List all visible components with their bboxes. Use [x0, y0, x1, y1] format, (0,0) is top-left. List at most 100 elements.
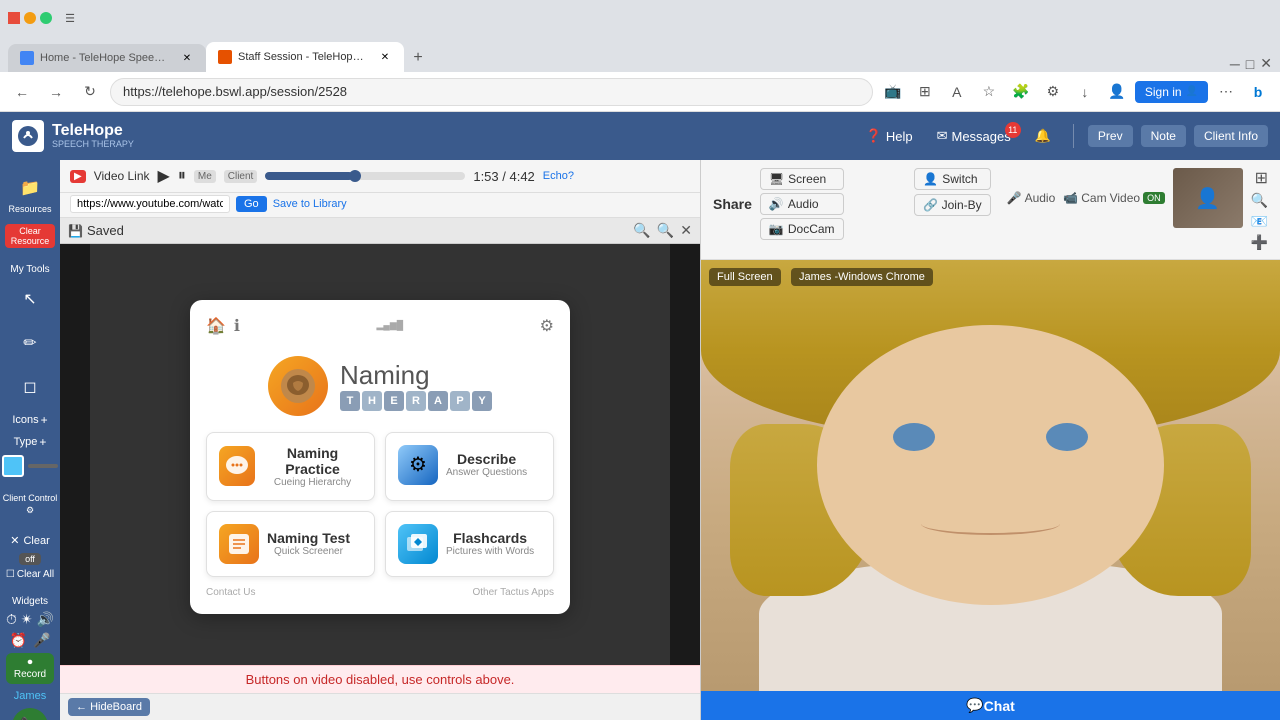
- new-tab-button[interactable]: +: [404, 44, 432, 72]
- echo-button[interactable]: Echo?: [543, 170, 574, 182]
- doccam-label: DocCam: [788, 222, 835, 236]
- zoom-out-button[interactable]: 🔍: [633, 222, 650, 239]
- off-toggle[interactable]: off: [19, 553, 41, 565]
- logo-icon: [12, 120, 44, 152]
- star-icon[interactable]: ☆: [975, 78, 1003, 106]
- forward-button[interactable]: →: [42, 78, 70, 106]
- help-button[interactable]: ❓ Help: [858, 124, 921, 148]
- tab-home-close[interactable]: ✕: [180, 51, 194, 65]
- telehope-logo: TeleHope SPEECH THERAPY: [12, 120, 134, 152]
- grid-icon[interactable]: ⊞: [911, 78, 939, 106]
- flashcards-icon: [398, 524, 438, 564]
- maximize-icon[interactable]: □: [1246, 56, 1254, 72]
- cam-label: Cam: [1081, 191, 1106, 205]
- widget-clock-icon[interactable]: ⏱: [6, 611, 17, 628]
- expand-icon[interactable]: ⊞: [1255, 168, 1268, 188]
- widget-timer-icon[interactable]: ⏰: [10, 632, 27, 649]
- minimize-icon[interactable]: ─: [1230, 56, 1240, 72]
- plus-icon[interactable]: ➕: [1251, 234, 1268, 251]
- tab-home[interactable]: Home - TeleHope Speech Thera... ✕: [8, 44, 206, 72]
- font-icon[interactable]: A: [943, 78, 971, 106]
- close-window-icon[interactable]: ✕: [1260, 55, 1272, 72]
- call-button[interactable]: 📞: [12, 708, 48, 720]
- doccam-button[interactable]: 📷 DocCam: [760, 218, 844, 240]
- record-button[interactable]: ⏺ Record: [6, 653, 54, 684]
- address-bar[interactable]: https://telehope.bswl.app/session/2528: [110, 78, 873, 106]
- progress-bar[interactable]: [265, 172, 465, 180]
- menu-item-naming-test[interactable]: Naming Test Quick Screener: [206, 511, 375, 577]
- audio-share-button[interactable]: 🔊 Audio: [760, 193, 844, 215]
- icons-section[interactable]: Icons +: [8, 411, 51, 429]
- hide-board-button[interactable]: ← HideBoard: [68, 698, 150, 716]
- bing-icon[interactable]: b: [1244, 78, 1272, 106]
- color-box[interactable]: [2, 455, 24, 477]
- sidebar-item-resources[interactable]: 📁 Resources: [2, 168, 58, 220]
- tab-session-close[interactable]: ✕: [378, 50, 392, 64]
- clear-all-button[interactable]: ☐ Clear All: [6, 569, 54, 580]
- contact-us-link[interactable]: Contact Us: [206, 587, 255, 598]
- profile-icon[interactable]: 👤: [1103, 78, 1131, 106]
- settings-gear-icon[interactable]: ⚙: [540, 316, 554, 336]
- close-panel-button[interactable]: ✕: [680, 222, 692, 239]
- switch-button[interactable]: 👤 Switch: [914, 168, 990, 190]
- full-screen-button[interactable]: Full Screen: [709, 268, 781, 286]
- update-icon[interactable]: ↓: [1071, 78, 1099, 106]
- progress-handle[interactable]: [349, 170, 361, 182]
- search-right-icon[interactable]: 🔍: [1251, 192, 1268, 209]
- menu-item-flashcards[interactable]: Flashcards Pictures with Words: [385, 511, 554, 577]
- other-tactus-link[interactable]: Other Tactus Apps: [472, 587, 554, 598]
- app-display: 🏠 ℹ ▂▄▆█ ⚙: [90, 237, 670, 666]
- camera-button[interactable]: 📹 Cam Video ON: [1063, 191, 1164, 205]
- messages-button[interactable]: ✉ Messages 11: [929, 124, 1019, 148]
- client-control-section[interactable]: Client Control ⚙: [3, 493, 58, 516]
- url-input[interactable]: [70, 195, 230, 213]
- screen-button[interactable]: 🖥 Screen: [760, 168, 844, 190]
- audio-button[interactable]: 🎤 Audio: [1007, 191, 1056, 205]
- outlook-icon[interactable]: 📧: [1251, 213, 1268, 230]
- type-label: Type: [14, 436, 38, 448]
- logo-sub: SPEECH THERAPY: [52, 139, 134, 149]
- cast-icon[interactable]: 📺: [879, 78, 907, 106]
- james-button[interactable]: James: [14, 690, 46, 702]
- settings-icon[interactable]: ⚙: [1039, 78, 1067, 106]
- color-line[interactable]: [28, 464, 58, 468]
- widget-audio-icon[interactable]: 🔊: [37, 611, 54, 628]
- info-icon[interactable]: ℹ: [234, 316, 240, 336]
- alert-button[interactable]: 🔔: [1027, 124, 1059, 148]
- widget-bottom-icons: ⏰ 🎤: [10, 632, 51, 649]
- tab-session[interactable]: Staff Session - TeleHope Sp... ✕: [206, 42, 404, 72]
- extension-icon[interactable]: 🧩: [1007, 78, 1035, 106]
- describe-subtitle: Answer Questions: [446, 467, 527, 478]
- note-button[interactable]: Note: [1141, 125, 1186, 147]
- buttons-disabled-notice: Buttons on video disabled, use controls …: [60, 665, 700, 693]
- zoom-in-button[interactable]: 🔍: [657, 222, 674, 239]
- widget-puzzle-icon[interactable]: ✴: [21, 611, 33, 628]
- back-button[interactable]: ←: [8, 78, 36, 106]
- home-icon[interactable]: 🏠: [206, 316, 226, 336]
- sidebar-item-cursor[interactable]: ↖: [2, 279, 58, 319]
- play-button[interactable]: ▶: [158, 166, 170, 186]
- resources-icon: 📁: [16, 174, 44, 202]
- sign-in-button[interactable]: Sign in 👤: [1135, 81, 1208, 103]
- clear-all-label: Clear All: [17, 569, 54, 580]
- join-by-button[interactable]: 🔗 Join-By: [914, 194, 990, 216]
- more-icon[interactable]: ⋯: [1212, 78, 1240, 106]
- sidebar-item-pencil[interactable]: ✏: [2, 323, 58, 363]
- share-buttons-col: 🖥 Screen 🔊 Audio 📷 DocCam: [760, 168, 844, 240]
- type-section[interactable]: Type +: [10, 433, 51, 451]
- menu-item-describe[interactable]: ⚙ Describe Answer Questions: [385, 432, 554, 501]
- client-info-button[interactable]: Client Info: [1194, 125, 1268, 147]
- widget-mic-icon[interactable]: 🎤: [33, 632, 50, 649]
- clear-resource-button[interactable]: Clear Resource: [5, 224, 55, 248]
- reload-button[interactable]: ↻: [76, 78, 104, 106]
- pause-button[interactable]: ⏸: [178, 167, 186, 185]
- sidebar-item-shapes[interactable]: ◻: [2, 367, 58, 407]
- clear-button[interactable]: ✕ Clear: [6, 532, 54, 549]
- right-share-right: 👤 Switch 🔗 Join-By: [914, 168, 990, 216]
- prev-button[interactable]: Prev: [1088, 125, 1133, 147]
- menu-item-naming-practice[interactable]: Naming Practice Cueing Hierarchy: [206, 432, 375, 501]
- chat-button[interactable]: 💬 Chat: [701, 691, 1280, 720]
- app-logo-circle: [268, 356, 328, 416]
- save-library-link[interactable]: Save to Library: [273, 198, 347, 210]
- go-button[interactable]: Go: [236, 196, 267, 212]
